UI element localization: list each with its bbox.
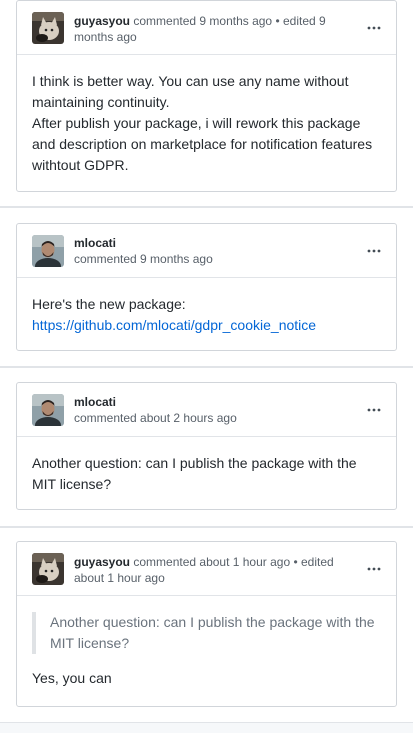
quoted-text: Another question: can I publish the pack… [50, 614, 375, 651]
comment-header: guyasyou commented 9 months ago • edited… [17, 1, 396, 55]
comment-header: mlocati commented 9 months ago [17, 224, 396, 278]
comment-paragraph: I think is better way. You can use any n… [32, 73, 349, 110]
package-link[interactable]: https://github.com/mlocati/gdpr_cookie_n… [32, 317, 316, 333]
comment-header-text: guyasyou commented about 1 hour ago • ed… [74, 554, 356, 586]
cat-avatar-icon[interactable] [32, 552, 64, 585]
comment-text: Here's the new package: [32, 296, 186, 312]
comment-header-text: mlocati commented 9 months ago [74, 235, 356, 267]
comment-paragraph: After publish your package, i will rewor… [32, 115, 373, 173]
comment-body: Another question: can I publish the pack… [17, 437, 396, 495]
kebab-icon[interactable] [366, 561, 382, 577]
comment-author[interactable]: mlocati [74, 235, 356, 251]
comment-meta: commented about 2 hours ago [74, 411, 237, 425]
timeline-comment: mlocati commented about 2 hours ago Anot… [16, 382, 397, 510]
comment-body: I think is better way. You can use any n… [17, 55, 396, 176]
comment-body: Here's the new package: https://github.c… [17, 278, 396, 336]
comment-author[interactable]: guyasyou [74, 555, 130, 569]
timeline-comment: guyasyou commented 9 months ago • edited… [16, 0, 397, 192]
comment-author[interactable]: mlocati [74, 394, 356, 410]
timeline-comment: guyasyou commented about 1 hour ago • ed… [16, 541, 397, 707]
comment-text: Another question: can I publish the pack… [32, 455, 357, 492]
kebab-icon[interactable] [366, 20, 382, 36]
comment-header-text: guyasyou commented 9 months ago • edited… [74, 13, 356, 45]
cat-avatar-icon[interactable] [32, 11, 64, 44]
comment-author[interactable]: guyasyou [74, 14, 130, 28]
comment-body: Another question: can I publish the pack… [17, 596, 396, 689]
comment-header-text: mlocati commented about 2 hours ago [74, 394, 356, 426]
comment-meta: commented 9 months ago [74, 252, 213, 266]
kebab-icon[interactable] [366, 402, 382, 418]
kebab-icon[interactable] [366, 243, 382, 259]
blockquote: Another question: can I publish the pack… [32, 612, 381, 654]
person-avatar-icon[interactable] [32, 393, 64, 426]
comment-text: Yes, you can [32, 670, 112, 686]
timeline-comment: mlocati commented 9 months ago Here's th… [16, 223, 397, 351]
person-avatar-icon[interactable] [32, 234, 64, 267]
comment-header: guyasyou commented about 1 hour ago • ed… [17, 542, 396, 596]
comment-header: mlocati commented about 2 hours ago [17, 383, 396, 437]
